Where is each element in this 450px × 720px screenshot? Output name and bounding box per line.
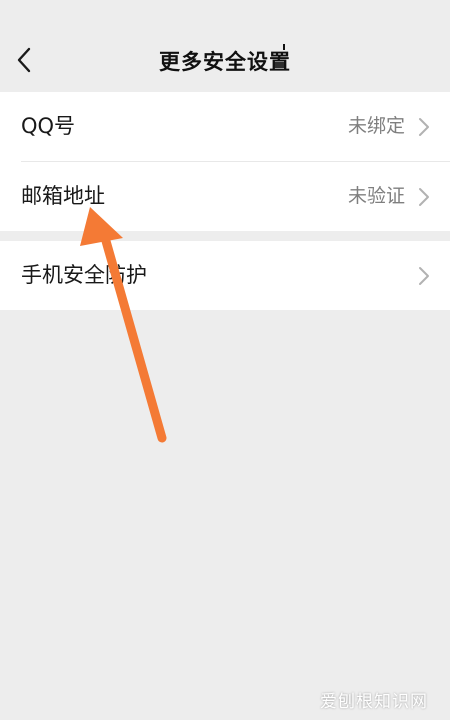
chevron-right-icon — [419, 118, 429, 136]
email-label: 邮箱地址 — [21, 184, 105, 208]
settings-row-email[interactable]: 邮箱地址 未验证 — [0, 162, 450, 231]
phone-protection-group: 手机安全防护 — [0, 241, 450, 310]
chevron-right-icon — [419, 188, 429, 206]
qq-label: QQ号 — [21, 114, 76, 138]
email-status: 未验证 — [347, 185, 405, 207]
qq-status: 未绑定 — [347, 115, 405, 137]
page-title: 更多安全设置 — [159, 50, 291, 74]
settings-row-phone-protection[interactable]: 手机安全防护 — [0, 241, 450, 310]
phone-protection-label: 手机安全防护 — [21, 263, 147, 287]
text-cursor-mark — [283, 44, 285, 50]
account-binding-group: QQ号 未绑定 邮箱地址 未验证 — [0, 92, 450, 231]
chevron-right-icon — [419, 267, 429, 285]
settings-row-qq[interactable]: QQ号 未绑定 — [0, 92, 450, 162]
navigation-bar: 更多安全设置 — [0, 0, 450, 92]
watermark: 爱刨根知识网 — [320, 692, 428, 712]
